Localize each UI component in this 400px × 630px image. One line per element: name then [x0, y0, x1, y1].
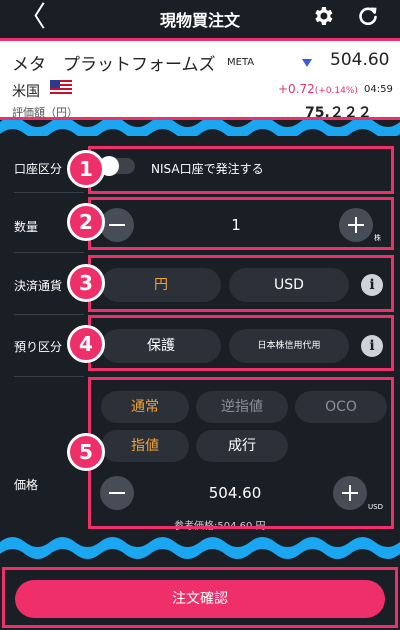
- account-label: 口座区分: [14, 162, 63, 176]
- highlight-stock-frame: [0, 38, 400, 120]
- highlight-frame-3: [88, 255, 394, 312]
- currency-label: 決済通貨: [14, 279, 63, 293]
- row-divider: [14, 192, 84, 193]
- highlight-frame-2: [88, 197, 394, 250]
- annotation-badge-3: 3: [67, 264, 105, 302]
- page-title: 現物買注文: [159, 11, 240, 30]
- row-divider: [14, 252, 84, 253]
- row-divider: [14, 314, 84, 315]
- quantity-label: 数量: [14, 220, 39, 234]
- annotation-badge-2: 2: [67, 203, 105, 241]
- refresh-icon[interactable]: [356, 4, 380, 28]
- wave-separator-bottom: [0, 537, 400, 559]
- deposit-label: 預り区分: [14, 340, 63, 354]
- row-divider: [14, 376, 84, 377]
- highlight-frame-5: [88, 377, 394, 529]
- annotation-badge-5: 5: [67, 433, 105, 471]
- annotation-badge-4: 4: [67, 325, 105, 363]
- gear-icon[interactable]: [311, 4, 335, 28]
- annotation-badge-1: 1: [67, 150, 105, 188]
- highlight-frame-1: [88, 146, 394, 194]
- price-label: 価格: [14, 478, 39, 492]
- highlight-footer-frame: [2, 567, 398, 628]
- app-header: 〈 現物買注文: [0, 0, 400, 36]
- highlight-frame-4: [88, 315, 394, 371]
